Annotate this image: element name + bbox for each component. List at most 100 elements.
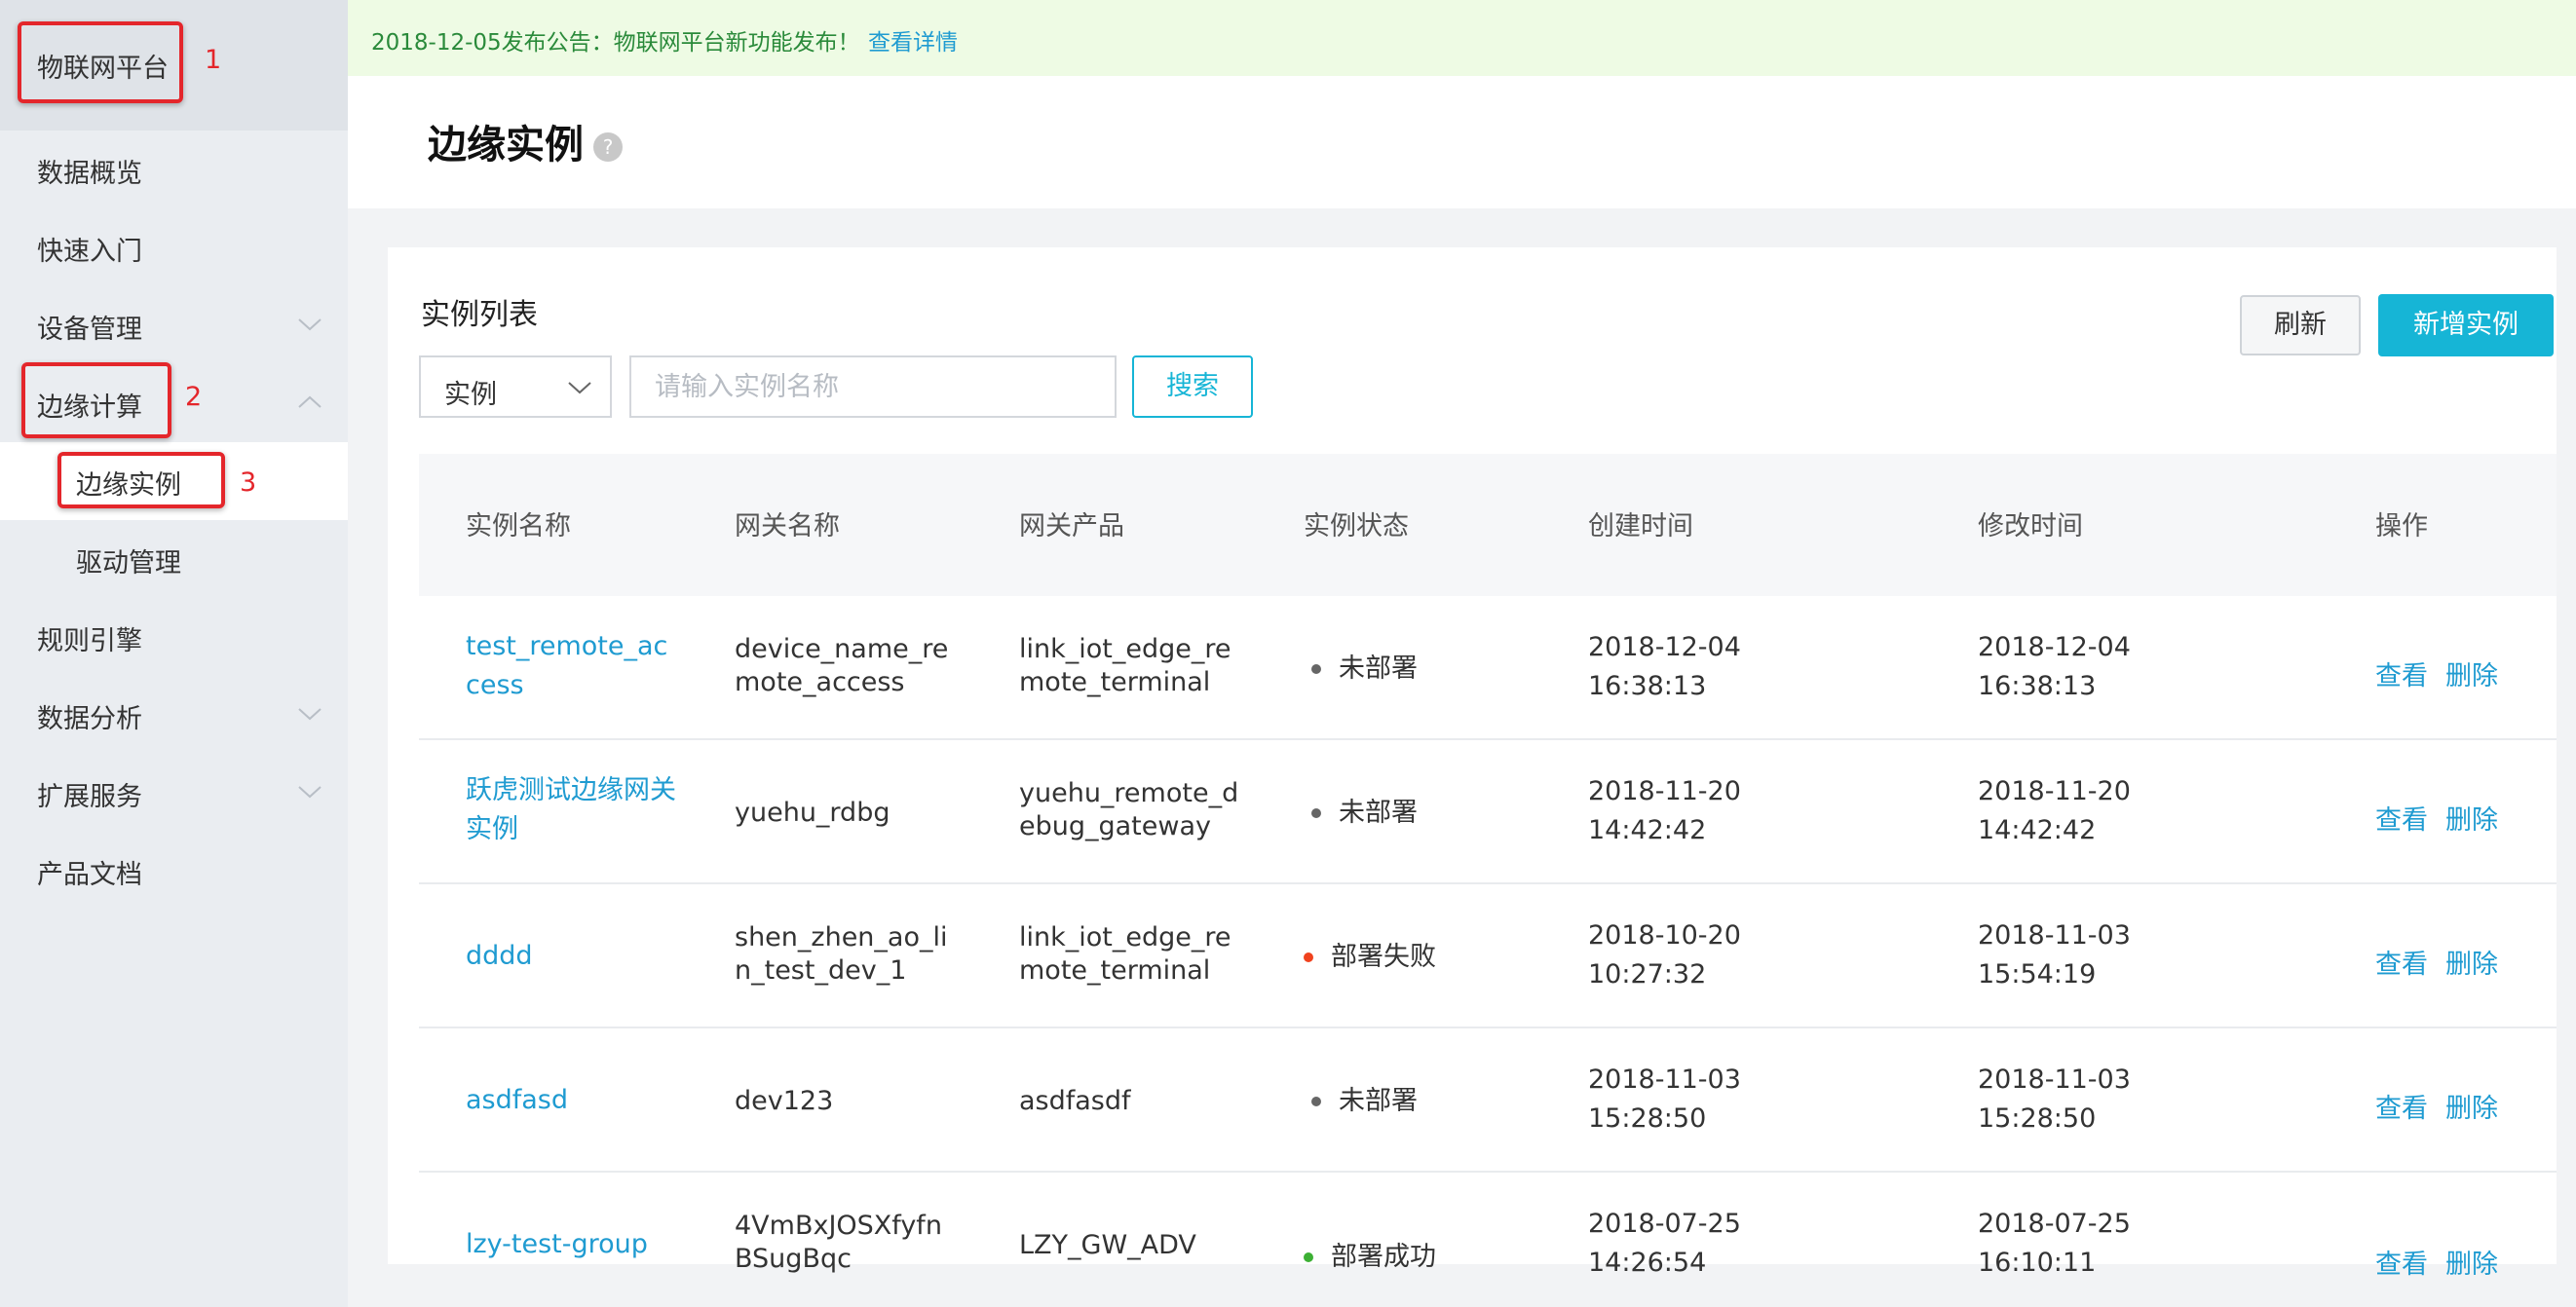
- col-header-gateway-product: 网关产品: [1019, 511, 1124, 541]
- annotation-number-3: 3: [240, 467, 257, 498]
- sidebar-item-label: 产品文档: [37, 860, 142, 890]
- page-header: 边缘实例 ?: [348, 76, 2576, 208]
- sidebar: 物联网平台 数据概览 快速入门 设备管理 边缘计算 边缘实例 驱动管理 规则引擎…: [0, 0, 348, 1307]
- table-row: asdfasd dev123 asdfasdf 未部署 2018-11-03 1…: [419, 1028, 2557, 1173]
- instance-name-link[interactable]: test_remote_access: [466, 627, 680, 705]
- view-link[interactable]: 查看: [2375, 1087, 2428, 1125]
- table-row: 跃虎测试边缘网关实例 yuehu_rdbg yuehu_remote_debug…: [419, 740, 2557, 884]
- annotation-box-2: [21, 362, 171, 438]
- filter-type-select[interactable]: 实例: [419, 355, 612, 418]
- modified-time: 16:10:11: [1978, 1248, 2097, 1278]
- gateway-name: yuehu_rdbg: [735, 798, 890, 828]
- help-icon[interactable]: ?: [593, 132, 623, 162]
- sidebar-item-data-overview[interactable]: 数据概览: [0, 131, 348, 208]
- view-link[interactable]: 查看: [2375, 799, 2428, 837]
- search-input[interactable]: [629, 355, 1117, 418]
- sidebar-item-quickstart[interactable]: 快速入门: [0, 208, 348, 286]
- gateway-product: LZY_GW_ADV: [1019, 1230, 1196, 1260]
- chevron-down-icon: [298, 786, 322, 799]
- modified-time: 15:54:19: [1978, 959, 2097, 990]
- gateway-product: link_iot_edge_remote_terminal: [1019, 922, 1231, 986]
- sidebar-item-label: 数据概览: [37, 159, 142, 189]
- announcement-banner: 2018-12-05发布公告：物联网平台新功能发布！ 查看详情: [348, 0, 2576, 76]
- table-row: lzy-test-group 4VmBxJOSXfyfnBSugBqc LZY_…: [419, 1173, 2557, 1280]
- created-time: 10:27:32: [1588, 959, 1707, 990]
- delete-link[interactable]: 删除: [2445, 1087, 2498, 1125]
- page-title: 边缘实例: [428, 123, 584, 168]
- gateway-product: asdfasdf: [1019, 1086, 1131, 1116]
- sidebar-item-data-analysis[interactable]: 数据分析: [0, 676, 348, 754]
- view-link[interactable]: 查看: [2375, 654, 2428, 692]
- instance-status: 部署失败: [1331, 942, 1436, 972]
- modified-time: 15:28:50: [1978, 1103, 2097, 1134]
- delete-link[interactable]: 删除: [2445, 1243, 2498, 1281]
- chevron-up-icon: [298, 395, 322, 408]
- gateway-name: device_name_remote_access: [735, 634, 949, 697]
- modified-date: 2018-07-25: [1978, 1209, 2131, 1239]
- status-dot-icon: [1311, 664, 1321, 674]
- delete-link[interactable]: 删除: [2445, 943, 2498, 981]
- created-date: 2018-10-20: [1588, 920, 1741, 951]
- sidebar-item-label: 驱动管理: [76, 548, 181, 579]
- status-dot-icon: [1311, 808, 1321, 818]
- instance-status: 未部署: [1339, 654, 1418, 684]
- instance-name-link[interactable]: 跃虎测试边缘网关实例: [466, 771, 680, 849]
- sidebar-item-extension-services[interactable]: 扩展服务: [0, 754, 348, 832]
- gateway-name: dev123: [735, 1086, 834, 1116]
- created-date: 2018-07-25: [1588, 1209, 1741, 1239]
- chevron-down-icon: [568, 382, 591, 394]
- table-row: test_remote_access device_name_remote_ac…: [419, 596, 2557, 740]
- sidebar-item-rule-engine[interactable]: 规则引擎: [0, 598, 348, 676]
- created-date: 2018-12-04: [1588, 632, 1741, 662]
- sidebar-item-driver-management[interactable]: 驱动管理: [0, 520, 348, 598]
- refresh-button[interactable]: 刷新: [2240, 295, 2361, 355]
- gateway-product: link_iot_edge_remote_terminal: [1019, 634, 1231, 697]
- modified-date: 2018-11-03: [1978, 920, 2131, 951]
- chevron-down-icon: [298, 318, 322, 331]
- col-header-actions: 操作: [2375, 511, 2428, 541]
- sidebar-item-label: 规则引擎: [37, 626, 142, 656]
- sidebar-item-label: 扩展服务: [37, 782, 142, 812]
- gateway-name: shen_zhen_ao_lin_test_dev_1: [735, 922, 948, 986]
- gateway-product: yuehu_remote_debug_gateway: [1019, 778, 1239, 841]
- sidebar-item-label: 快速入门: [37, 237, 142, 267]
- delete-link[interactable]: 删除: [2445, 799, 2498, 837]
- instance-name-link[interactable]: asdfasd: [466, 1081, 568, 1120]
- filter-type-value: 实例: [444, 380, 497, 410]
- add-instance-button[interactable]: 新增实例: [2378, 294, 2554, 356]
- created-time: 14:26:54: [1588, 1248, 1707, 1278]
- created-date: 2018-11-03: [1588, 1064, 1741, 1095]
- status-dot-icon: [1304, 952, 1313, 962]
- status-dot-icon: [1311, 1097, 1321, 1106]
- announcement-text: 2018-12-05发布公告：物联网平台新功能发布！: [371, 30, 860, 56]
- sidebar-item-label: 设备管理: [37, 315, 142, 345]
- view-link[interactable]: 查看: [2375, 1243, 2428, 1281]
- instance-list-card: 实例列表 刷新 新增实例 实例 搜索 实例名称 网关名称 网关产品 实例状态 创…: [388, 247, 2557, 1280]
- col-header-created-time: 创建时间: [1588, 511, 1693, 541]
- status-dot-icon: [1304, 1252, 1313, 1262]
- card-title: 实例列表: [421, 298, 538, 332]
- col-header-modified-time: 修改时间: [1978, 511, 2083, 541]
- modified-date: 2018-11-20: [1978, 776, 2131, 806]
- sidebar-item-label: 数据分析: [37, 704, 142, 734]
- modified-date: 2018-12-04: [1978, 632, 2131, 662]
- created-time: 16:38:13: [1588, 671, 1707, 701]
- chevron-down-icon: [298, 708, 322, 721]
- instance-status: 未部署: [1339, 1086, 1418, 1116]
- instance-name-link[interactable]: lzy-test-group: [466, 1225, 648, 1264]
- created-date: 2018-11-20: [1588, 776, 1741, 806]
- instance-status: 部署成功: [1331, 1242, 1436, 1272]
- sidebar-item-device-management[interactable]: 设备管理: [0, 286, 348, 364]
- search-button[interactable]: 搜索: [1132, 355, 1253, 418]
- view-link[interactable]: 查看: [2375, 943, 2428, 981]
- instance-name-link[interactable]: dddd: [466, 937, 533, 976]
- annotation-box-3: [57, 452, 225, 508]
- delete-link[interactable]: 删除: [2445, 654, 2498, 692]
- modified-time: 14:42:42: [1978, 815, 2097, 845]
- sidebar-item-product-docs[interactable]: 产品文档: [0, 832, 348, 910]
- created-time: 15:28:50: [1588, 1103, 1707, 1134]
- col-header-instance-status: 实例状态: [1304, 511, 1409, 541]
- annotation-number-2: 2: [185, 382, 203, 412]
- announcement-details-link[interactable]: 查看详情: [868, 23, 958, 56]
- col-header-instance-name: 实例名称: [466, 511, 571, 541]
